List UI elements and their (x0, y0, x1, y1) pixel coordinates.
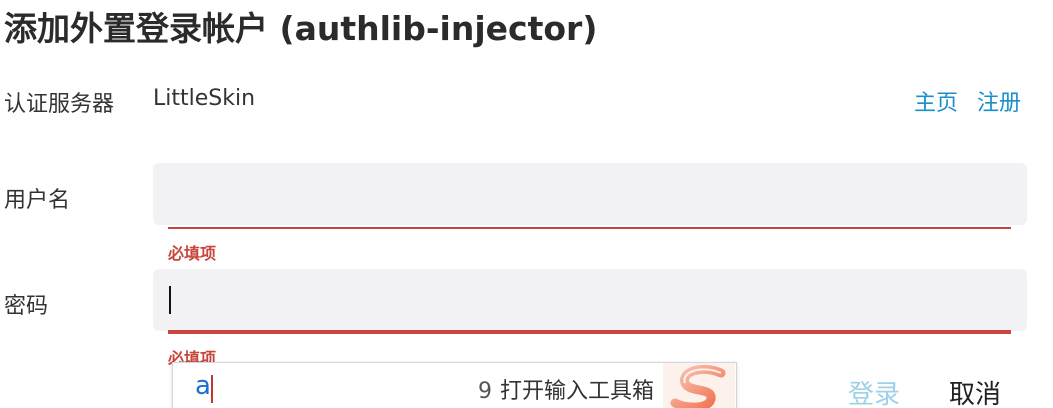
add-external-account-dialog: 添加外置登录帐户 (authlib-injector) 认证服务器 Little… (0, 0, 1053, 408)
username-error-text: 必填项 (168, 244, 217, 263)
username-label: 用户名 (4, 188, 71, 213)
ime-composition-text: a (195, 371, 211, 401)
server-label: 认证服务器 (4, 92, 115, 117)
sogou-logo-icon (663, 363, 735, 408)
server-home-link[interactable]: 主页 (914, 91, 958, 116)
dialog-title: 添加外置登录帐户 (authlib-injector) (4, 9, 598, 48)
server-value[interactable]: LittleSkin (153, 86, 255, 111)
username-field[interactable] (153, 163, 1027, 225)
ime-candidate[interactable]: 9 打开输入工具箱 (478, 373, 654, 405)
login-button[interactable]: 登录 (848, 374, 900, 408)
password-error-underline (168, 330, 1011, 334)
ime-candidate-number: 9 (478, 379, 492, 404)
ime-candidate-popup[interactable]: a 9 打开输入工具箱 (172, 362, 737, 408)
ime-candidate-text: 打开输入工具箱 (500, 379, 655, 404)
server-register-link[interactable]: 注册 (977, 91, 1021, 116)
cancel-button[interactable]: 取消 (949, 374, 1001, 408)
server-links: 主页 注册 (902, 85, 1021, 117)
username-error-underline (168, 227, 1011, 229)
password-field[interactable] (153, 269, 1027, 331)
password-label: 密码 (4, 294, 49, 319)
password-text-caret (169, 286, 171, 314)
ime-caret (211, 375, 213, 403)
